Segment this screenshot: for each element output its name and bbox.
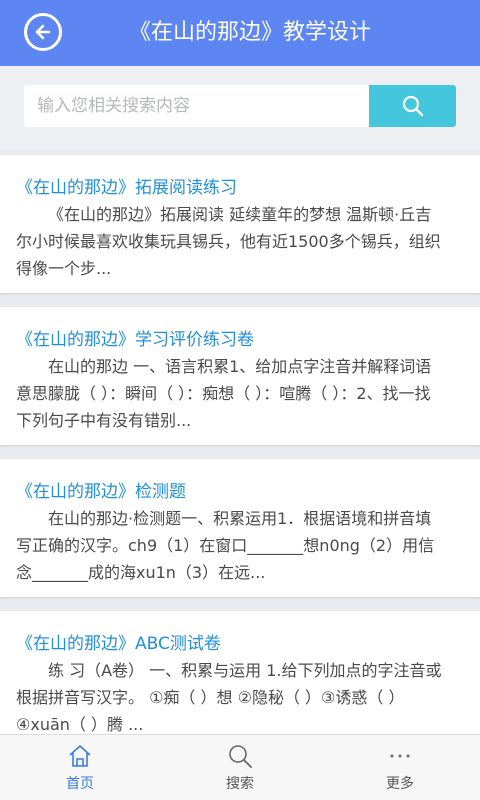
nav-more[interactable]: 更多 <box>320 735 480 800</box>
nav-label: 搜索 <box>226 776 254 792</box>
item-title[interactable]: 《在山的那边》学习评价练习卷 <box>16 325 468 350</box>
result-list: 《在山的那边》拓展阅读练习 《在山的那边》拓展阅读 延续童年的梦想 温斯顿·丘吉… <box>0 150 480 734</box>
search-bar <box>0 66 480 150</box>
item-title[interactable]: 《在山的那边》ABC测试卷 <box>16 629 468 654</box>
home-icon <box>69 745 91 767</box>
more-icon <box>390 754 410 758</box>
bottom-nav: 首页 搜索 更多 <box>0 734 480 800</box>
item-description: 在山的那边 一、语言积累1、给加点字注音并解释词语意思朦胧（ ）：瞬间（ ）：痴… <box>16 357 432 430</box>
list-item[interactable]: 《在山的那边》拓展阅读练习 《在山的那边》拓展阅读 延续童年的梦想 温斯顿·丘吉… <box>0 155 480 293</box>
search-box <box>24 85 456 127</box>
item-title[interactable]: 《在山的那边》拓展阅读练习 <box>16 173 468 198</box>
list-item[interactable]: 《在山的那边》ABC测试卷 练 习（A卷） 一、积累与运用 1.给下列加点的字注… <box>0 611 480 734</box>
list-item[interactable]: 《在山的那边》学习评价练习卷 在山的那边 一、语言积累1、给加点字注音并解释词语… <box>0 307 480 445</box>
app-header: 《在山的那边》教学设计 <box>0 0 480 66</box>
item-description: 在山的那边·检测题一、积累运用1．根据语境和拼音填写正确的汉字。ch9（1）在窗… <box>16 509 435 582</box>
item-description: 《在山的那边》拓展阅读 延续童年的梦想 温斯顿·丘吉尔小时候最喜欢收集玩具锡兵，… <box>16 205 441 278</box>
item-description: 练 习（A卷） 一、积累与运用 1.给下列加点的字注音或根据拼音写汉字。 ①痴（… <box>16 661 442 734</box>
search-icon <box>402 95 423 117</box>
search-icon <box>229 745 252 768</box>
search-input[interactable] <box>24 85 370 127</box>
item-title[interactable]: 《在山的那边》检测题 <box>16 477 468 502</box>
nav-label: 更多 <box>386 776 414 792</box>
list-item[interactable]: 《在山的那边》检测题 在山的那边·检测题一、积累运用1．根据语境和拼音填写正确的… <box>0 459 480 597</box>
page-title: 《在山的那边》教学设计 <box>128 20 371 45</box>
nav-label: 首页 <box>66 776 94 792</box>
search-button[interactable] <box>369 85 456 127</box>
nav-home[interactable]: 首页 <box>0 735 160 800</box>
nav-search[interactable]: 搜索 <box>160 735 320 800</box>
